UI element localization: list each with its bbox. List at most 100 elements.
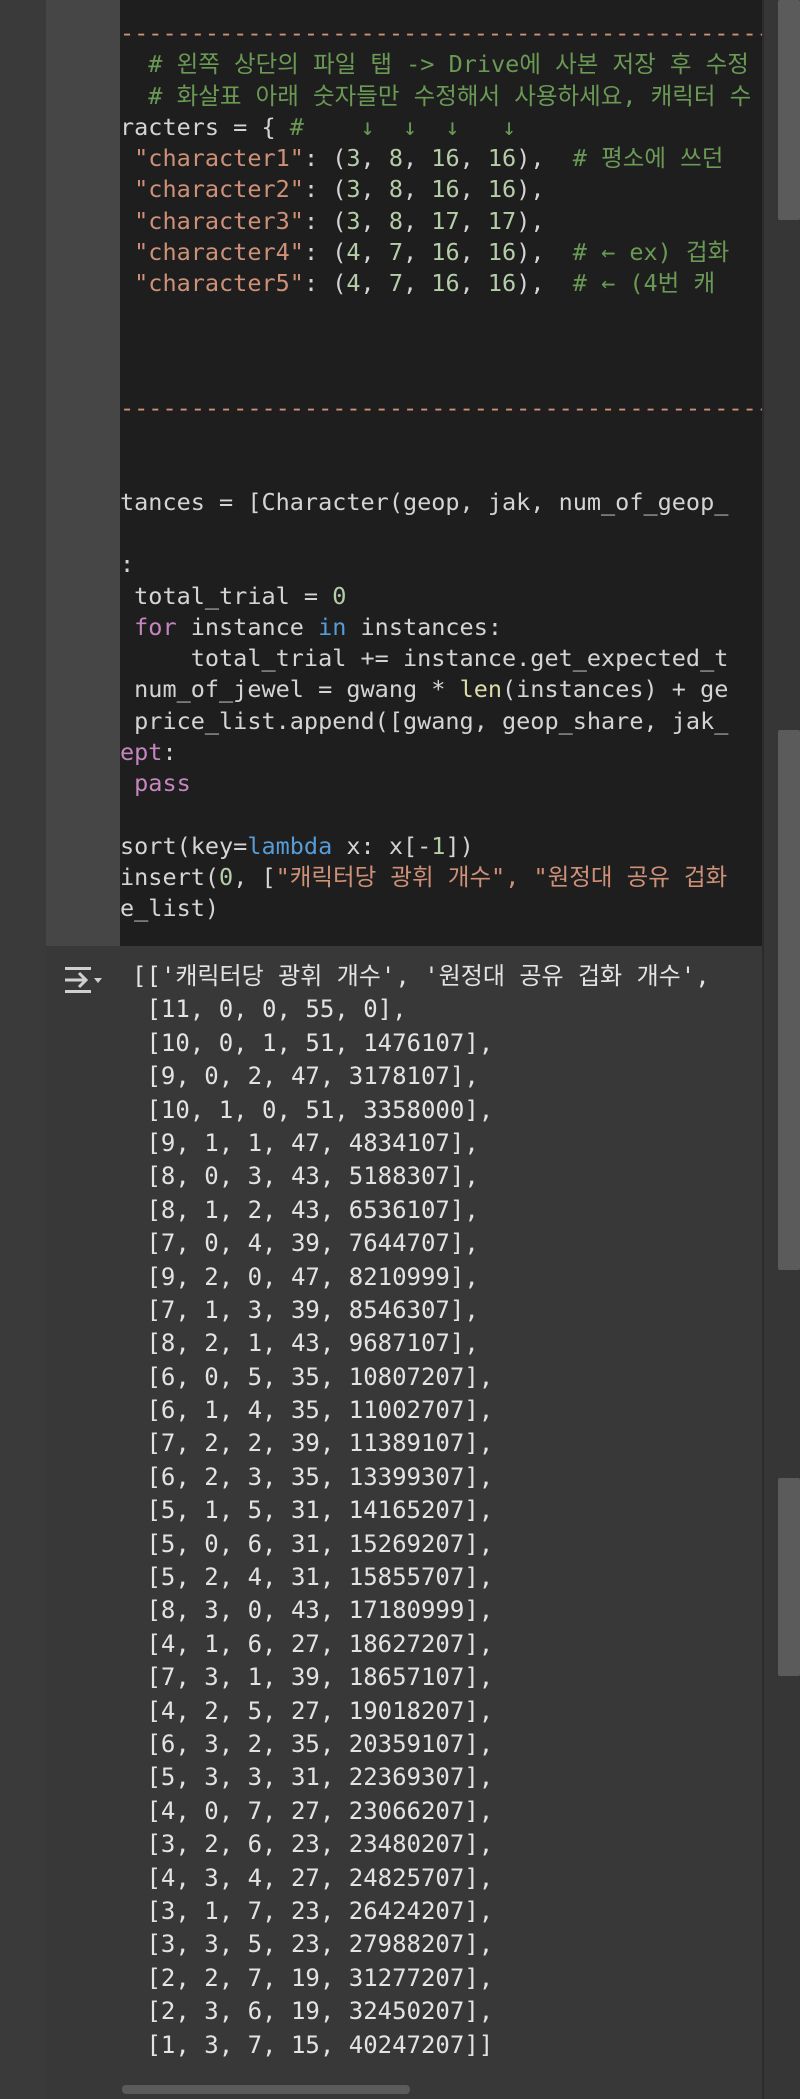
code-token: pass [120, 769, 191, 797]
code-token: 3 [346, 175, 361, 204]
code-token: "character3" [120, 206, 304, 235]
code-token: 3 [346, 144, 361, 172]
code-line: # 왼쪽 상단의 파일 탭 -> Drive에 사본 저장 후 수정 [120, 49, 749, 80]
code-token: , [459, 269, 488, 297]
code-token: "character1" [120, 144, 304, 172]
code-line: total_trial += instance.get_expected_t [120, 643, 729, 674]
code-token: 8 [388, 175, 403, 204]
code-token: x: x[- [332, 831, 432, 860]
code-token: , [459, 237, 488, 266]
output-collapse-icon[interactable] [62, 964, 104, 996]
output-line: [3, 2, 6, 23, 23480207], [132, 1830, 494, 1859]
code-token: len [459, 675, 503, 704]
code-line: insert(0, ["캐릭터당 광휘 개수", "원정대 공유 겁화 [120, 862, 741, 893]
output-line: [10, 1, 0, 51, 3358000], [132, 1095, 494, 1124]
code-token: instances: [346, 612, 503, 641]
code-line: "character5": (4, 7, 16, 16), # ← (4번 캐 [120, 268, 715, 299]
code-token: in [318, 612, 347, 641]
code-token: : ( [303, 237, 347, 266]
code-token: # 평소에 쓰던 [572, 144, 724, 172]
output-line: [5, 1, 5, 31, 14165207], [132, 1496, 494, 1525]
code-token: 4 [346, 237, 361, 266]
output-line: [9, 2, 0, 47, 8210999], [132, 1262, 479, 1291]
output-line: [4, 3, 4, 27, 24825707], [132, 1863, 494, 1892]
cell-border [762, 0, 764, 2099]
code-token: racters = { [120, 112, 290, 141]
code-token: "character5" [120, 269, 304, 297]
code-token: 16 [487, 269, 517, 297]
code-token: # ↓ ↓ ↓ ↓ [289, 112, 517, 141]
code-token: for [120, 612, 177, 641]
code-line: e_list) [120, 893, 219, 924]
code-token: lambda [247, 831, 333, 860]
output-line: [7, 0, 4, 39, 7644707], [132, 1229, 479, 1258]
output-line: [4, 2, 5, 27, 19018207], [132, 1696, 494, 1725]
output-line: [5, 3, 3, 31, 22369307], [132, 1763, 494, 1792]
code-token: , [403, 144, 432, 172]
code-token: 8 [388, 206, 403, 235]
code-line: num_of_jewel = gwang * len(instances) + … [120, 674, 728, 705]
code-token: ----------------------------------------… [120, 394, 762, 422]
code-line: "character2": (3, 8, 16, 16), [120, 174, 544, 205]
vertical-scrollbar-thumb-top[interactable] [778, 0, 800, 220]
code-token: : ( [303, 206, 347, 235]
cell-output-text: [['캐릭터당 광휘 개수', '원정대 공유 겁화 개수', [11, 0, … [132, 960, 762, 2062]
code-token: , [403, 175, 432, 204]
code-token: price_list.append([gwang, geop_share, ja… [120, 706, 729, 735]
code-token: 16 [431, 175, 460, 204]
code-line: total_trial = 0 [120, 581, 346, 612]
code-token: "캐릭터당 광휘 개수", "원정대 공유 겁화 [275, 862, 742, 891]
code-token: ), [516, 175, 545, 204]
output-collapse-icon-svg [65, 967, 102, 993]
code-token: ]) [445, 831, 474, 860]
code-line: tances = [Character(geop, jak, num_of_ge… [120, 487, 728, 518]
output-line: [4, 1, 6, 27, 18627207], [132, 1629, 494, 1658]
code-token: : [162, 737, 177, 766]
code-line: # 화살표 아래 숫자들만 수정해서 사용하세요, 캐릭터 수 [120, 81, 751, 112]
code-token: : ( [303, 175, 347, 204]
code-token: 0 [219, 862, 234, 891]
output-line: [6, 1, 4, 35, 11002707], [132, 1396, 494, 1425]
vertical-scrollbar-thumb-middle[interactable] [778, 730, 800, 1270]
output-line: [7, 2, 2, 39, 11389107], [132, 1429, 494, 1458]
code-token: 16 [487, 144, 517, 172]
code-token: 4 [346, 269, 361, 297]
code-token: instance [176, 612, 319, 641]
horizontal-scrollbar-thumb[interactable] [122, 2085, 410, 2094]
code-line: racters = { # ↓ ↓ ↓ ↓ [120, 112, 516, 143]
code-token: "character4" [120, 237, 304, 266]
code-token: 17 [431, 206, 460, 235]
code-token: , [360, 144, 389, 172]
code-token: : ( [303, 269, 347, 297]
vertical-scrollbar-thumb-lower[interactable] [778, 1478, 800, 1676]
code-token: , [360, 237, 389, 266]
output-line: [6, 0, 5, 35, 10807207], [132, 1362, 494, 1391]
code-cell-editor[interactable]: ----------------------------------------… [120, 0, 762, 946]
output-line: [6, 3, 2, 35, 20359107], [132, 1729, 494, 1758]
code-line: "character1": (3, 8, 16, 16), # 평소에 쓰던 [120, 143, 723, 174]
code-line: "character3": (3, 8, 17, 17), [120, 206, 544, 237]
code-cell-gutter[interactable] [46, 0, 120, 946]
output-line: [8, 3, 0, 43, 17180999], [132, 1596, 494, 1625]
code-line: ----------------------------------------… [120, 393, 762, 424]
code-token: ), [516, 237, 573, 266]
code-line: pass [120, 768, 191, 799]
code-token: , [459, 206, 488, 235]
code-token: , [459, 175, 488, 204]
output-line: [8, 0, 3, 43, 5188307], [132, 1162, 479, 1191]
code-token: ----------------------------------------… [120, 19, 762, 47]
code-token: , [360, 175, 389, 204]
code-line: price_list.append([gwang, geop_share, ja… [120, 706, 728, 737]
code-token: 3 [346, 206, 361, 235]
code-token: tances = [Character(geop, jak, num_of_ge… [120, 487, 729, 516]
code-token: 16 [487, 175, 517, 204]
code-token: , [403, 237, 432, 266]
output-line: [5, 2, 4, 31, 15855707], [132, 1563, 494, 1592]
code-token: # 왼쪽 상단의 파일 탭 -> Drive에 사본 저장 후 수정 [120, 50, 749, 79]
code-token: 0 [332, 581, 347, 610]
output-line: [8, 1, 2, 43, 6536107], [132, 1195, 479, 1224]
code-token: 16 [431, 237, 460, 266]
code-token: , [459, 144, 488, 172]
code-token: : [120, 550, 135, 579]
code-token: insert( [120, 862, 220, 891]
